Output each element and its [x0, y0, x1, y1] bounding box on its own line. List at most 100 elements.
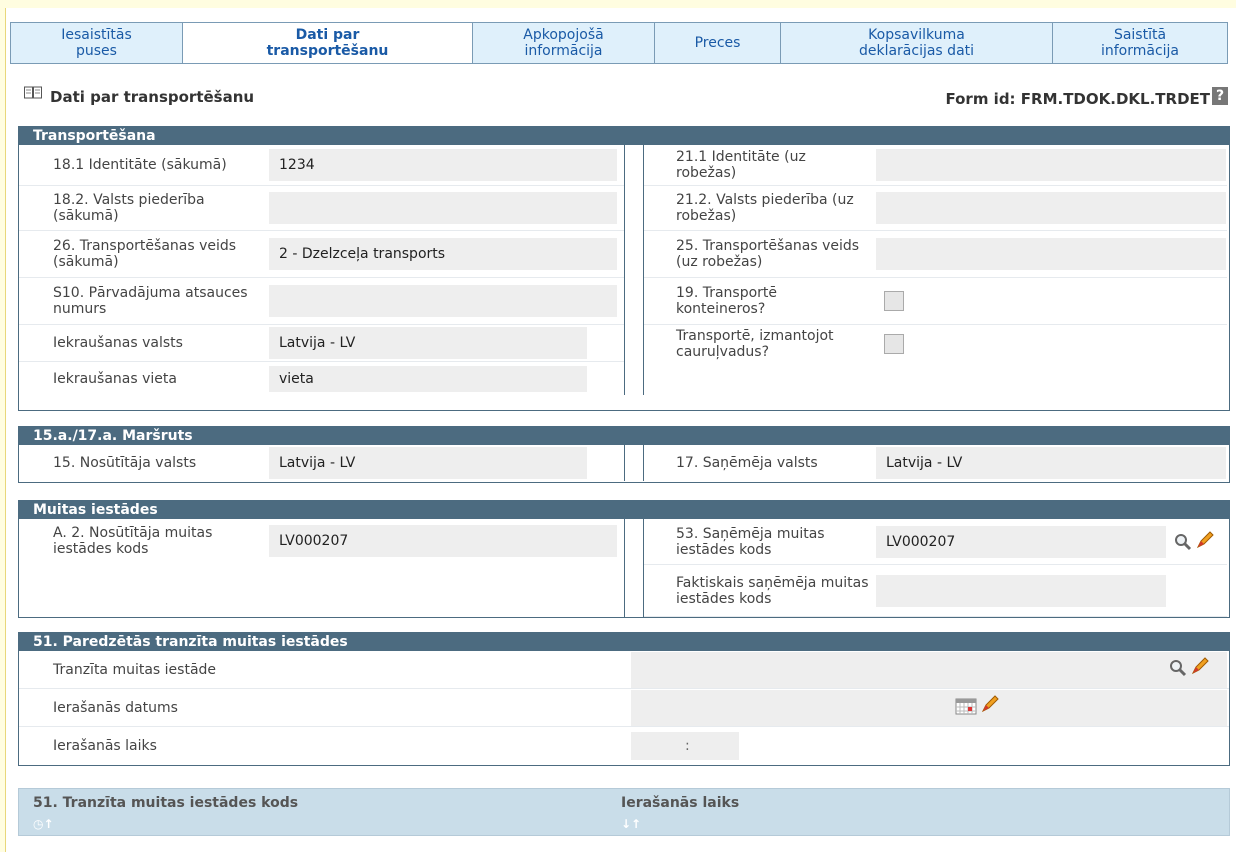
- field-row: 15. Nosūtītāja valsts Latvija - LV: [19, 445, 624, 481]
- search-icon[interactable]: [1174, 533, 1192, 551]
- tab-summary-info[interactable]: Apkopojošā informācija: [473, 23, 655, 63]
- sort-icon[interactable]: ↓↑: [621, 817, 641, 831]
- tab-related-info[interactable]: Saistītā informācija: [1053, 23, 1227, 63]
- field-label: 25. Transportēšanas veids (uz robežas): [676, 238, 860, 270]
- help-icon[interactable]: ?: [1212, 87, 1228, 105]
- field-label: Tranzīta muitas iestāde: [53, 661, 217, 678]
- sort-icon[interactable]: ◷↑: [33, 817, 54, 831]
- tab-label: puses: [76, 43, 117, 59]
- field-label: A. 2. Nosūtītāja muitas iestādes kods: [53, 525, 213, 557]
- field-label: Transportē, izmantojot cauruļvadus?: [676, 327, 834, 360]
- field-label: 18.2. Valsts piederība (sākumā): [53, 192, 205, 224]
- field-label: 18.1 Identitāte (sākumā): [53, 157, 227, 173]
- field-row: Iekraušanas vieta vieta: [19, 362, 624, 395]
- tab-label: transportēšanu: [266, 43, 389, 59]
- field-label: Ierašanās laiks: [53, 738, 157, 754]
- arrival-date-input[interactable]: [631, 689, 1227, 726]
- tab-label: Iesaistītās: [61, 27, 132, 43]
- tab-transport-data[interactable]: Dati par transportēšanu: [183, 23, 473, 63]
- field-row: 21.1 Identitāte (uz robežas): [644, 145, 1227, 186]
- column-header-office-code[interactable]: 51. Tranzīta muitas iestādes kods: [33, 795, 298, 811]
- identity-border-input[interactable]: [876, 149, 1226, 181]
- tab-label: informācija: [1100, 43, 1180, 59]
- field-label: S10. Pārvadājuma atsauces numurs: [53, 285, 248, 317]
- section-heading: 15.a./17.a. Maršruts: [19, 427, 1229, 445]
- tab-label: Kopsavilkuma: [868, 27, 965, 43]
- field-row: 18.2. Valsts piederība (sākumā): [19, 186, 624, 231]
- field-label: 26. Transportēšanas veids (sākumā): [53, 238, 237, 270]
- field-label: Faktiskais saņēmēja muitas iestādes kods: [676, 574, 869, 607]
- field-row: 21.2. Valsts piederība (uz robežas): [644, 186, 1227, 231]
- transport-right-column: 21.1 Identitāte (uz robežas) 21.2. Valst…: [643, 145, 1227, 395]
- customs-left-column: A. 2. Nosūtītāja muitas iestādes kods LV…: [19, 519, 625, 617]
- customs-section: Muitas iestādes A. 2. Nosūtītāja muitas …: [18, 500, 1230, 618]
- field-row: 26. Transportēšanas veids (sākumā) 2 - D…: [19, 231, 624, 278]
- customs-right-column: 53. Saņēmēja muitas iestādes kods LV0002…: [643, 519, 1227, 617]
- eraser-icon[interactable]: [1191, 657, 1209, 675]
- field-row: A. 2. Nosūtītāja muitas iestādes kods LV…: [19, 519, 624, 563]
- eraser-icon[interactable]: [981, 695, 999, 713]
- book-icon: [24, 86, 42, 99]
- field-label: 53. Saņēmēja muitas iestādes kods: [676, 525, 825, 558]
- field-label: Ierašanās datums: [53, 699, 178, 716]
- arrival-minute-input[interactable]: :: [671, 732, 739, 760]
- transit-section: 51. Paredzētās tranzīta muitas iestādes …: [18, 632, 1230, 766]
- actual-destination-office-input[interactable]: [876, 574, 1166, 607]
- tab-goods[interactable]: Preces: [655, 23, 781, 63]
- eraser-icon[interactable]: [1196, 531, 1214, 549]
- arrival-hour-input[interactable]: [631, 732, 671, 760]
- tab-label: Dati par: [295, 27, 360, 43]
- transport-reference-input[interactable]: [269, 285, 617, 317]
- column-header-arrival-time[interactable]: Ierašanās laiks: [621, 795, 739, 811]
- transit-grid-header: 51. Tranzīta muitas iestādes kods ◷↑ Ier…: [18, 788, 1230, 836]
- route-left-column: 15. Nosūtītāja valsts Latvija - LV: [19, 445, 625, 481]
- pipeline-checkbox[interactable]: [884, 333, 904, 354]
- field-row: S10. Pārvadājuma atsauces numurs: [19, 278, 624, 325]
- tab-label: deklarācijas dati: [858, 43, 975, 59]
- field-label: 21.1 Identitāte (uz robežas): [676, 149, 806, 181]
- transit-office-input[interactable]: [631, 651, 1227, 688]
- loading-country-input[interactable]: Latvija - LV: [269, 327, 587, 359]
- field-row: 19. Transportē konteineros?: [644, 278, 1227, 325]
- tab-involved-parties[interactable]: Iesaistītās puses: [11, 23, 183, 63]
- departure-office-input[interactable]: LV000207: [269, 525, 617, 557]
- field-label: 15. Nosūtītāja valsts: [53, 455, 197, 471]
- tab-label: Apkopojošā: [523, 27, 604, 43]
- search-icon[interactable]: [1169, 659, 1187, 677]
- field-row: Tranzīta muitas iestāde: [19, 651, 1229, 689]
- page-title: Dati par transportēšanu: [24, 86, 255, 106]
- nationality-start-input[interactable]: [269, 192, 617, 224]
- field-row: 25. Transportēšanas veids (uz robežas): [644, 231, 1227, 278]
- field-label: 21.2. Valsts piederība (uz robežas): [676, 192, 854, 224]
- section-heading: 51. Paredzētās tranzīta muitas iestādes: [19, 633, 1229, 651]
- transport-mode-start-input[interactable]: 2 - Dzelzceļa transports: [269, 238, 617, 270]
- field-label: Iekraušanas valsts: [53, 335, 183, 351]
- tab-summary-declaration[interactable]: Kopsavilkuma deklarācijas dati: [781, 23, 1053, 63]
- form-id: Form id: FRM.TDOK.DKL.TRDET: [945, 90, 1210, 108]
- field-row: Ierašanās laiks :: [19, 727, 1229, 765]
- section-heading: Muitas iestādes: [19, 501, 1229, 519]
- transport-mode-border-input[interactable]: [876, 238, 1226, 270]
- tab-label: Preces: [694, 35, 741, 51]
- calendar-icon[interactable]: [955, 697, 977, 715]
- route-right-column: 17. Saņēmēja valsts Latvija - LV: [643, 445, 1227, 481]
- destination-office-input[interactable]: LV000207: [876, 525, 1166, 558]
- transport-section: Transportēšana 18.1 Identitāte (sākumā) …: [18, 126, 1230, 411]
- field-label: 17. Saņēmēja valsts: [676, 455, 818, 471]
- page-title-text: Dati par transportēšanu: [50, 88, 255, 106]
- field-row: 18.1 Identitāte (sākumā) 1234: [19, 145, 624, 186]
- field-row: Transportē, izmantojot cauruļvadus?: [644, 325, 1227, 362]
- nationality-border-input[interactable]: [876, 192, 1226, 224]
- field-row: 17. Saņēmēja valsts Latvija - LV: [644, 445, 1227, 481]
- field-label: 19. Transportē konteineros?: [676, 285, 778, 317]
- container-checkbox[interactable]: [884, 291, 904, 311]
- dispatch-country-input[interactable]: Latvija - LV: [269, 447, 587, 479]
- field-label: Iekraušanas vieta: [53, 370, 177, 387]
- identity-start-input[interactable]: 1234: [269, 149, 617, 181]
- loading-place-input[interactable]: vieta: [269, 365, 587, 392]
- destination-country-input[interactable]: Latvija - LV: [876, 447, 1226, 479]
- left-frame-strip: [0, 8, 6, 852]
- top-frame-strip: [0, 0, 1236, 8]
- field-row: Ierašanās datums: [19, 689, 1229, 727]
- transport-left-column: 18.1 Identitāte (sākumā) 1234 18.2. Vals…: [19, 145, 625, 395]
